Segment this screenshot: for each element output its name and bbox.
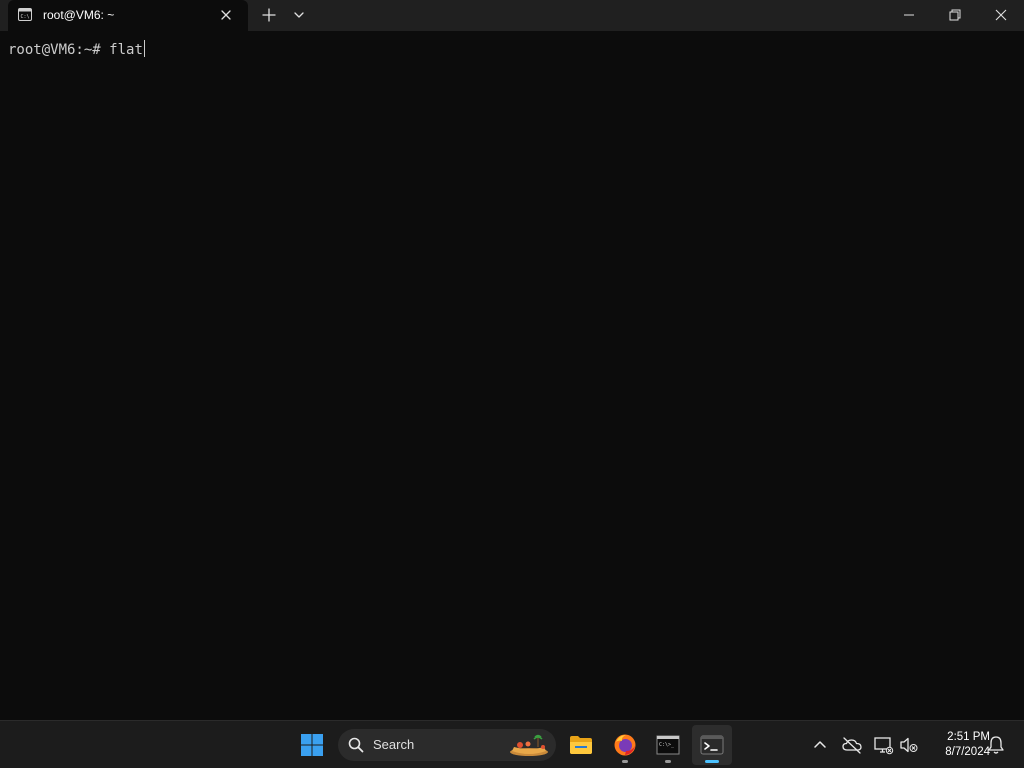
shell-prompt: root@VM6:~#: [8, 42, 101, 58]
clock-date: 8/7/2024: [945, 746, 990, 758]
title-bar[interactable]: C:\ root@VM6: ~: [0, 0, 1024, 31]
cloud-off-icon: [842, 737, 862, 754]
close-tab-icon[interactable]: [218, 7, 234, 23]
cmd-icon: C:\>_: [656, 735, 680, 755]
taskbar-search-box[interactable]: Search: [338, 729, 556, 761]
clock-time: 2:51 PM: [947, 731, 990, 743]
windows-terminal-button[interactable]: [692, 725, 732, 765]
minimize-icon: [904, 14, 914, 16]
terminal-output[interactable]: root@VM6:~# flat: [0, 31, 1024, 720]
terminal-active-indicator: [705, 760, 719, 763]
search-icon: [348, 737, 364, 753]
close-icon: [995, 9, 1007, 21]
tab-terminal[interactable]: C:\ root@VM6: ~: [8, 0, 248, 31]
taskbar-clock[interactable]: 2:51 PM 8/7/2024: [924, 730, 990, 760]
prompt-line[interactable]: root@VM6:~# flat: [8, 40, 145, 59]
search-label: Search: [373, 737, 415, 752]
svg-text:C:\: C:\: [21, 14, 30, 20]
network-icon: [874, 737, 894, 755]
notification-bell-icon: [988, 736, 1004, 754]
notifications-button[interactable]: [984, 733, 1008, 757]
restore-button[interactable]: [932, 0, 978, 31]
volume-muted-icon: [900, 737, 918, 753]
windows-logo-icon: [301, 734, 323, 756]
search-highlight-icon: [510, 734, 548, 756]
new-tab-button[interactable]: [259, 6, 279, 24]
terminal-window: C:\ root@VM6: ~ root@VM6:~# flat: [0, 0, 1024, 720]
cmd-running-indicator: [665, 760, 671, 763]
chevron-up-icon: [814, 741, 826, 748]
network-button[interactable]: [871, 733, 895, 757]
command-input[interactable]: flat: [109, 42, 143, 58]
onedrive-button[interactable]: [840, 733, 864, 757]
restore-icon: [949, 9, 961, 21]
terminal-icon: [700, 735, 724, 755]
tab-dropdown-button[interactable]: [289, 6, 309, 24]
close-window-button[interactable]: [978, 0, 1024, 31]
taskbar: Search C:\>_ 2:51 PM 8/7/2024: [0, 720, 1024, 768]
text-cursor: [143, 40, 145, 57]
minimize-button[interactable]: [886, 0, 932, 31]
firefox-icon: [614, 734, 636, 756]
folder-icon: [570, 736, 592, 754]
tab-title: root@VM6: ~: [43, 8, 115, 22]
command-prompt-button[interactable]: C:\>_: [648, 725, 688, 765]
show-hidden-icons-button[interactable]: [808, 733, 832, 757]
firefox-running-indicator: [622, 760, 628, 763]
firefox-button[interactable]: [605, 725, 645, 765]
file-explorer-button[interactable]: [561, 725, 601, 765]
plus-icon: [262, 8, 276, 22]
svg-text:C:\>_: C:\>_: [659, 742, 675, 748]
terminal-tab-icon: C:\: [18, 8, 32, 21]
chevron-down-icon: [294, 12, 304, 18]
start-button[interactable]: [292, 725, 332, 765]
volume-button[interactable]: [897, 733, 921, 757]
